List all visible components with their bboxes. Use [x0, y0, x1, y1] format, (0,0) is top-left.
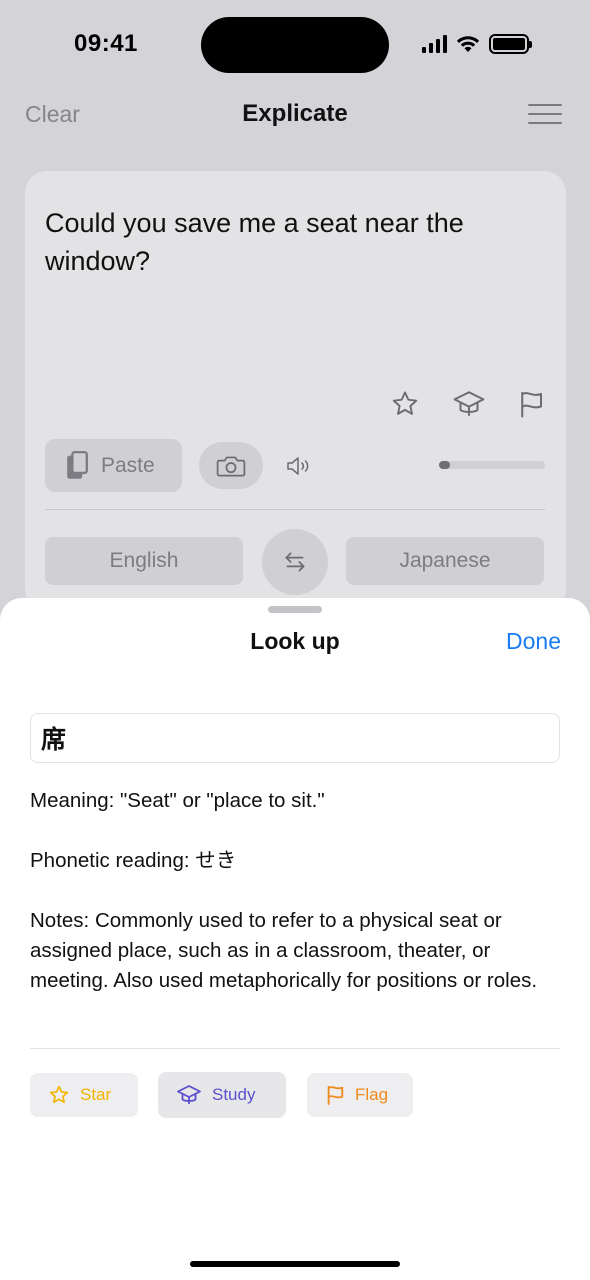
lookup-input[interactable]: [30, 713, 560, 763]
study-chip-button[interactable]: Study: [158, 1072, 286, 1118]
page-title: Explicate: [242, 100, 348, 127]
graduation-cap-icon: [177, 1085, 201, 1104]
star-icon: [49, 1085, 69, 1104]
graduation-cap-icon[interactable]: [451, 386, 487, 422]
status-bar: 09:41: [0, 0, 590, 90]
camera-icon: [216, 456, 246, 476]
flag-icon: [327, 1085, 344, 1105]
sheet-title: Look up: [250, 628, 340, 654]
card-divider: [45, 509, 545, 510]
status-icons: [422, 32, 532, 56]
dynamic-island: [201, 17, 389, 73]
star-chip-label: Star: [80, 1085, 112, 1104]
status-time: 09:41: [74, 30, 138, 57]
paste-button[interactable]: Paste: [45, 439, 182, 492]
audio-progress-fill: [439, 461, 450, 469]
source-text[interactable]: Could you save me a seat near the window…: [45, 204, 535, 280]
audio-progress-bar[interactable]: [439, 461, 545, 469]
target-language-button[interactable]: Japanese: [346, 537, 544, 585]
swap-arrows-icon: [285, 552, 305, 572]
cellular-signal-icon: [422, 35, 447, 53]
flag-chip-label: Flag: [355, 1085, 389, 1104]
wifi-icon: [456, 36, 480, 52]
study-chip-label: Study: [212, 1085, 256, 1104]
hamburger-menu-icon[interactable]: [528, 104, 562, 124]
speaker-icon: [287, 457, 309, 475]
battery-icon: [489, 34, 532, 54]
star-icon[interactable]: [387, 386, 423, 422]
source-language-button[interactable]: English: [45, 537, 243, 585]
star-chip-button[interactable]: Star: [30, 1073, 138, 1117]
notes-text: Notes: Commonly used to refer to a physi…: [30, 909, 538, 992]
paste-label: Paste: [101, 453, 155, 477]
sheet-grabber[interactable]: [268, 606, 322, 613]
flag-icon[interactable]: [513, 386, 549, 422]
meaning-text: Meaning: "Seat" or "place to sit.": [30, 789, 325, 812]
home-indicator[interactable]: [190, 1261, 400, 1267]
swap-languages-button[interactable]: [262, 529, 328, 595]
phonetic-text: Phonetic reading: せき: [30, 849, 237, 872]
clipboard-icon: [67, 450, 88, 479]
done-button[interactable]: Done: [506, 628, 561, 655]
speaker-button[interactable]: [284, 452, 316, 480]
flag-chip-button[interactable]: Flag: [307, 1073, 413, 1117]
sheet-divider: [30, 1048, 560, 1049]
camera-button[interactable]: [199, 442, 263, 489]
